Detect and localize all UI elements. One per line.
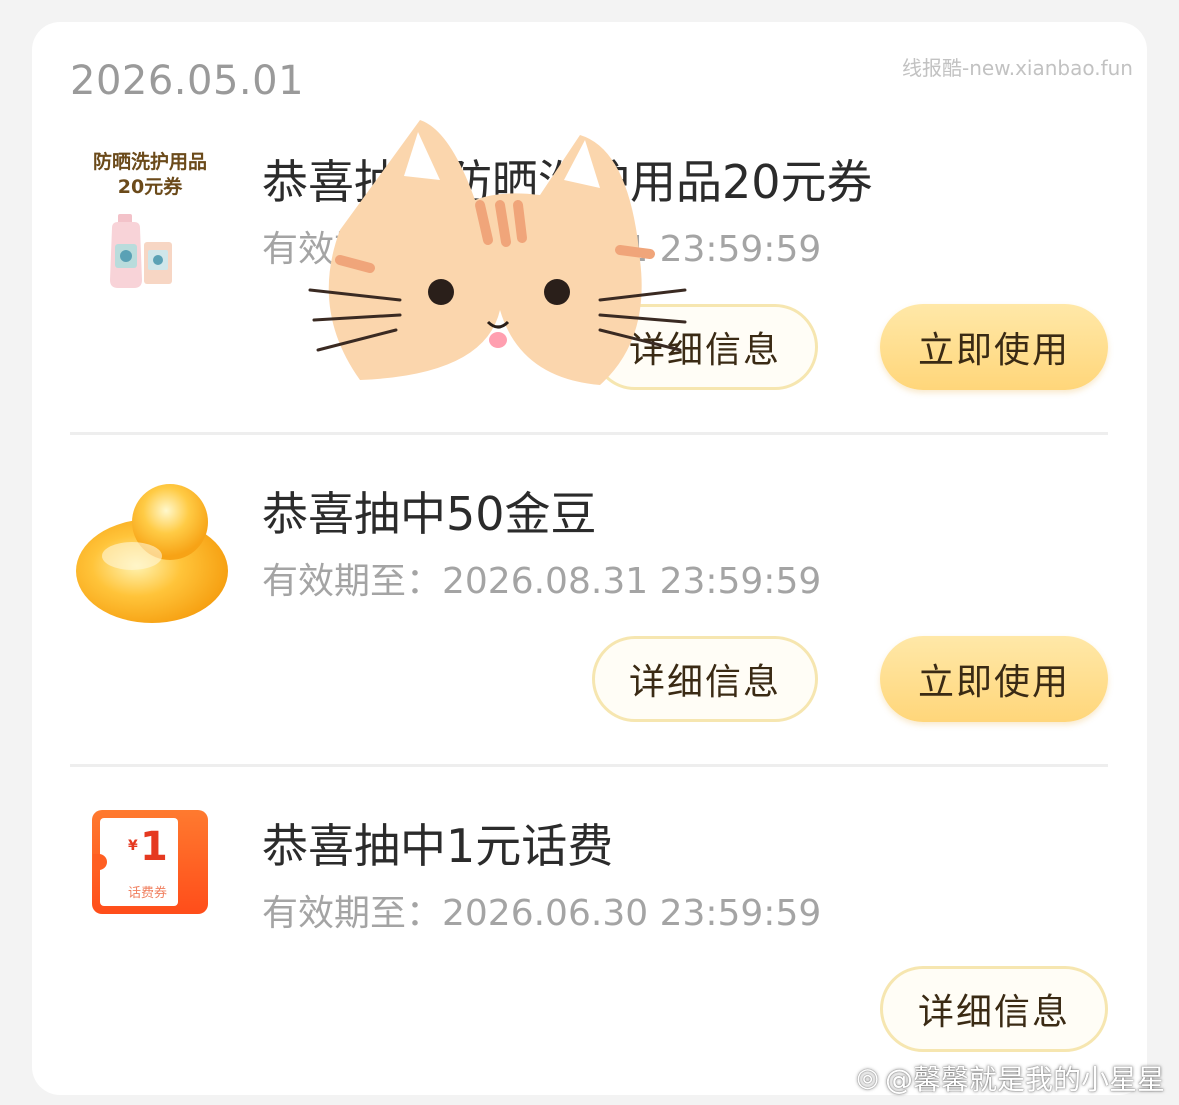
prize-validity: 有效期至：2026.06.30 23:59:59	[262, 893, 822, 934]
cat-face-sticker	[300, 110, 700, 404]
gold-bean-icon	[72, 476, 230, 628]
weibo-watermark-text: @馨馨就是我的小星星	[884, 1063, 1165, 1096]
prize-title: 恭喜抽中1元话费	[262, 819, 614, 873]
divider	[70, 432, 1108, 435]
use-now-button[interactable]: 立即使用	[880, 636, 1108, 722]
product-label-line2: 20元券	[117, 176, 183, 198]
ticket-currency: ¥	[128, 838, 138, 854]
record-date: 2026.05.01	[70, 58, 305, 104]
use-now-button[interactable]: 立即使用	[880, 304, 1108, 390]
prize-title: 恭喜抽中50金豆	[262, 487, 597, 541]
sunscreen-product-icon: 防晒洗护用品 20元券	[82, 150, 218, 300]
source-watermark: 线报酷-new.xianbao.fun	[902, 56, 1133, 80]
divider	[70, 764, 1108, 767]
weibo-icon: ◎	[856, 1063, 879, 1093]
ticket-caption: 话费券	[128, 886, 168, 901]
phone-credit-ticket-icon: ¥ 1 话费券	[92, 810, 208, 914]
detail-button[interactable]: 详细信息	[880, 966, 1108, 1052]
weibo-watermark: ◎ @馨馨就是我的小星星	[856, 1058, 1165, 1098]
product-label-line1: 防晒洗护用品	[92, 151, 207, 173]
detail-button[interactable]: 详细信息	[592, 636, 818, 722]
product-bottles-image	[110, 214, 172, 288]
prize-validity: 有效期至：2026.08.31 23:59:59	[262, 561, 822, 602]
ticket-amount: 1	[140, 824, 168, 870]
